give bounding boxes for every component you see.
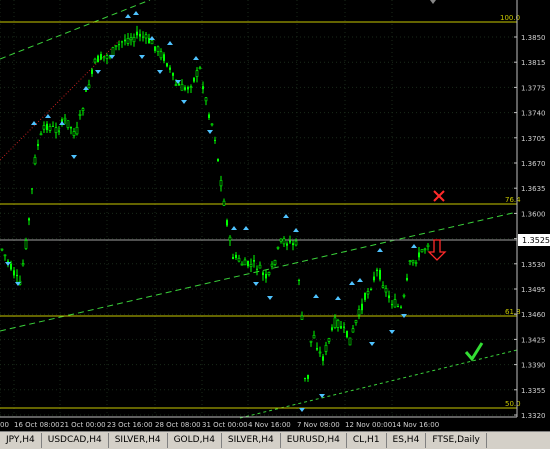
time-tick-label: 7 Nov 08:00 [297,421,340,429]
time-tick-label: 00 [0,421,9,429]
chart-window[interactable]: 100.0 76.4 61.8 50.0 1.3850 1.3815 1.3775 1… [0,0,550,449]
price-tick-label: 1.3775 [521,84,546,92]
time-tick-label: 28 Oct 08:00 [155,421,201,429]
symbol-tab[interactable]: GOLD,H4 [168,433,222,448]
candle [379,268,381,282]
price-tick-label: 1.3320 [521,412,546,420]
time-tick-label: 12 Nov 00:00 [345,421,392,429]
current-price-label: 1.3525 [522,236,550,245]
symbol-tabs-bar: JPY,H4 USDCAD,H4 SILVER,H4 GOLD,H4 SILVER,H4… [0,431,550,449]
candle [420,249,424,253]
current-price-tag: 1.3525 [518,234,550,246]
price-tick-label: 1.3425 [521,336,546,344]
price-tick-label: 1.3670 [521,160,546,168]
price-tick-label: 1.3495 [521,286,546,294]
price-tick-label: 1.3600 [521,210,546,218]
symbol-tab[interactable]: ES,H4 [387,433,427,448]
fibo-61-label: 61.8 [505,308,521,316]
symbol-tab[interactable]: JPY,H4 [0,433,42,448]
price-chart[interactable]: 100.0 76.4 61.8 50.0 1.38501.38151.37751… [0,0,550,448]
price-tick-label: 1.3815 [521,59,546,67]
symbol-tab[interactable]: FTSE,Daily [426,433,487,448]
price-tick-label: 1.3355 [521,387,546,395]
candle [346,330,348,339]
price-tick-label: 1.3390 [521,362,546,370]
symbol-tab[interactable]: SILVER,H4 [222,433,281,448]
candle [348,337,352,346]
price-tick-label: 1.3850 [521,34,546,42]
candle [111,47,115,57]
price-tick-label: 1.3530 [521,261,546,269]
price-tick-label: 1.3705 [521,135,546,143]
symbol-tab[interactable]: EURUSD,H4 [281,433,347,448]
price-tick-label: 1.3740 [521,110,546,118]
price-tick-label: 1.3635 [521,185,546,193]
time-tick-label: 4 Nov 16:00 [248,421,291,429]
time-tick-label: 31 Oct 00:00 [202,421,248,429]
price-tick-label: 1.3460 [521,311,546,319]
symbol-tab[interactable]: USDCAD,H4 [42,433,109,448]
time-tick-label: 21 Oct 00:00 [60,421,106,429]
time-axis-labels: 00 16 Oct 08:00 21 Oct 00:00 23 Oct 16:00 28… [0,421,439,429]
fibo-76-label: 76.4 [505,196,521,204]
fibo-50-label: 50.0 [505,400,521,408]
symbol-tab[interactable]: SILVER,H4 [109,433,168,448]
time-tick-label: 16 Oct 08:00 [14,421,60,429]
symbol-tab[interactable]: CL,H1 [347,433,387,448]
candle [97,54,99,63]
time-tick-label: 23 Oct 16:00 [107,421,153,429]
time-tick-label: 14 Nov 16:00 [392,421,439,429]
